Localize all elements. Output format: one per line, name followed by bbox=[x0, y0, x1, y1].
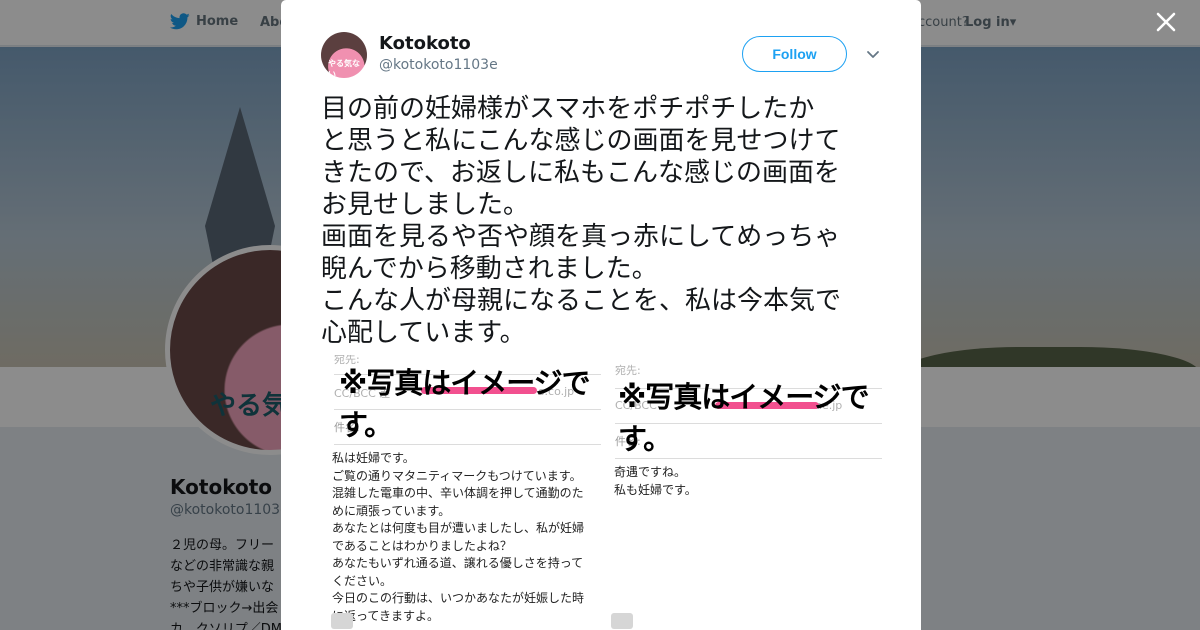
camera-icon bbox=[611, 613, 633, 629]
image-caption: ※写真はイメージです。 bbox=[339, 366, 591, 442]
user-avatar[interactable]: やる気ない bbox=[321, 32, 367, 78]
mail-body: 私は妊婦です。 ご覧の通りマタニティマークもつけています。 混雑した電車の中、辛… bbox=[332, 451, 585, 623]
close-button[interactable] bbox=[1152, 10, 1180, 38]
tweet-image-left[interactable]: 宛先: CC/BCC 差 o.co.jp 件名: ※写真はイメージです。 私は妊… bbox=[331, 355, 606, 630]
image-caption: ※写真はイメージです。 bbox=[618, 380, 870, 456]
avatar-text: やる気ない bbox=[328, 59, 360, 78]
mail-body: 奇遇ですね。 私も妊婦です。 bbox=[614, 465, 697, 497]
follow-button[interactable]: Follow bbox=[742, 36, 847, 72]
tweet-text: 目の前の妊婦様がスマホをポチポチしたか と思うと私にこんな感じの画面を見せつけて… bbox=[321, 94, 842, 348]
chevron-down-icon[interactable] bbox=[865, 46, 881, 62]
user-handle[interactable]: @kotokoto1103e bbox=[379, 57, 498, 73]
close-icon bbox=[1156, 12, 1176, 32]
user-name[interactable]: Kotokoto bbox=[379, 33, 471, 54]
divider bbox=[615, 458, 882, 459]
camera-icon bbox=[331, 613, 353, 629]
divider bbox=[334, 444, 601, 445]
tweet-modal: やる気ない Kotokoto @kotokoto1103e Follow 目の前… bbox=[281, 0, 921, 630]
tweet-image-right[interactable]: 宛先: CC/BCC ne.jp 件名: ※写真はイメージです。 奇遇ですね。 … bbox=[611, 355, 886, 630]
